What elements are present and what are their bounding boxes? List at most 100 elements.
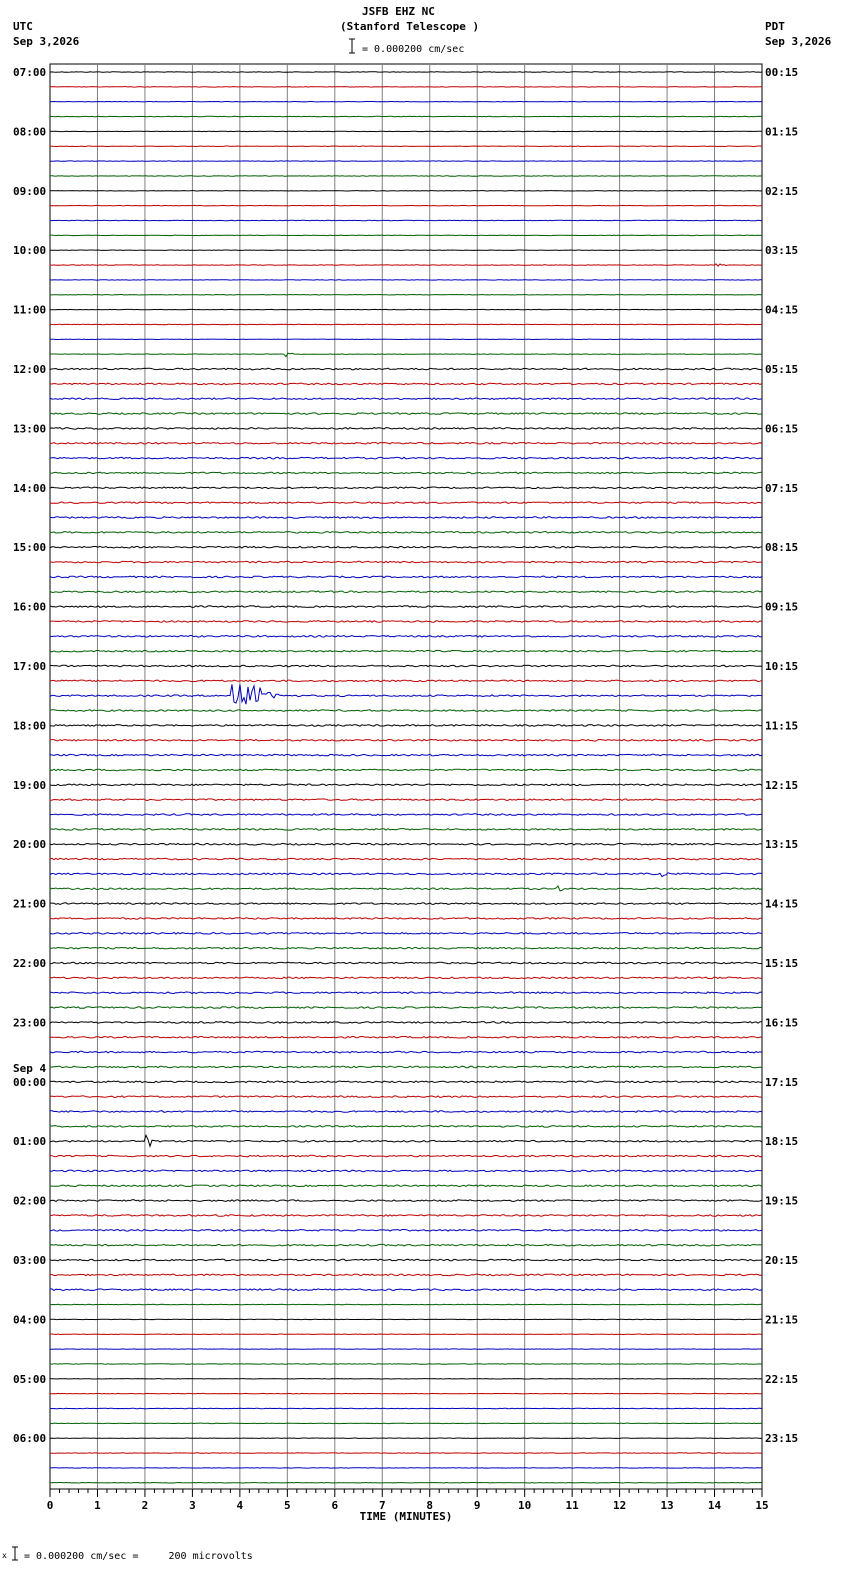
- trace-line: [49, 1154, 763, 1158]
- x-axis: 0 1 2 3 4 5 6 7 8 9 10 11 12 13 14 15TIME (MINUTES): [47, 1489, 769, 1523]
- trace-line: [49, 813, 762, 816]
- trace-line: [49, 1050, 763, 1054]
- trace-line: [49, 620, 763, 623]
- right-hour-label: 12:15: [765, 779, 798, 792]
- trace-line: [49, 115, 763, 118]
- left-hour-label: 20:00: [13, 838, 46, 851]
- trace-line: [49, 857, 763, 861]
- right-hour-label: 15:15: [765, 957, 798, 970]
- left-hour-label: 08:00: [13, 125, 46, 138]
- trace-line: [49, 842, 762, 846]
- trace-line: [49, 590, 763, 594]
- left-hour-label: 17:00: [13, 660, 46, 673]
- left-hour-label: 18:00: [13, 719, 46, 732]
- right-hour-label: 14:15: [765, 898, 798, 911]
- trace-line: [49, 798, 763, 801]
- trace-line: [49, 1452, 763, 1454]
- trace-line: [49, 1199, 763, 1203]
- trace-line: [49, 1065, 763, 1069]
- trace-line: [49, 917, 763, 920]
- trace-line: [49, 827, 763, 831]
- trace-line: [49, 263, 763, 267]
- trace-line: [49, 1125, 763, 1128]
- x-tick-label: 6: [331, 1499, 338, 1512]
- trace-line: [49, 1095, 763, 1098]
- right-hour-label: 21:15: [765, 1313, 798, 1326]
- footer-mark-icon: x: [2, 1551, 7, 1560]
- trace-line: [49, 382, 763, 386]
- right-hour-label: 02:15: [765, 185, 798, 198]
- left-hour-label: 19:00: [13, 779, 46, 792]
- trace-line: [49, 1258, 763, 1262]
- trace-line: [49, 397, 763, 401]
- x-tick-label: 2: [142, 1499, 149, 1512]
- left-hour-label: 07:00: [13, 66, 46, 79]
- trace-line: [49, 768, 763, 772]
- trace-line: [49, 1243, 763, 1247]
- trace-line: [49, 86, 763, 88]
- trace-line: [49, 352, 763, 358]
- trace-line: [49, 604, 763, 609]
- trace-line: [49, 649, 763, 653]
- left-hour-label: 23:00: [13, 1016, 46, 1029]
- trace-line: [49, 1020, 763, 1025]
- left-hour-label: 02:00: [13, 1195, 46, 1208]
- trace-line: [49, 1169, 763, 1173]
- trace-line: [49, 1035, 763, 1039]
- x-tick-label: 11: [566, 1499, 580, 1512]
- trace-line: [49, 1006, 763, 1009]
- left-hour-label: 04:00: [13, 1313, 46, 1326]
- left-hour-label: 10:00: [13, 244, 46, 257]
- x-tick-label: 12: [613, 1499, 626, 1512]
- trace-line: [49, 234, 763, 237]
- right-hour-label: 23:15: [765, 1432, 798, 1445]
- trace-line: [49, 724, 763, 727]
- trace-line: [49, 1363, 763, 1365]
- right-hour-label: 10:15: [765, 660, 798, 673]
- trace-line: [49, 471, 763, 475]
- right-hour-label: 09:15: [765, 601, 798, 614]
- x-tick-label: 9: [474, 1499, 481, 1512]
- left-hour-label: 03:00: [13, 1254, 46, 1267]
- trace-line: [49, 412, 763, 415]
- trace-line: [49, 1392, 762, 1395]
- left-hour-label: 00:00: [13, 1076, 46, 1089]
- trace-line: [49, 560, 763, 564]
- trace-line: [49, 902, 763, 906]
- trace-line: [49, 501, 763, 505]
- left-hour-label: 14:00: [13, 482, 46, 495]
- left-hour-label: 12:00: [13, 363, 46, 376]
- x-tick-label: 0: [47, 1499, 54, 1512]
- trace-group: [49, 71, 763, 1484]
- trace-line: [49, 931, 763, 935]
- trace-line: [49, 634, 763, 638]
- x-tick-label: 15: [755, 1499, 768, 1512]
- x-tick-label: 5: [284, 1499, 291, 1512]
- trace-line: [49, 1080, 762, 1084]
- right-hour-label: 04:15: [765, 304, 798, 317]
- date-change-label: Sep 4: [13, 1062, 46, 1075]
- trace-line: [49, 679, 763, 683]
- x-tick-label: 1: [94, 1499, 101, 1512]
- right-hour-label: 13:15: [765, 838, 798, 851]
- right-hour-label: 17:15: [765, 1076, 798, 1089]
- trace-line: [49, 684, 763, 705]
- x-tick-label: 14: [708, 1499, 722, 1512]
- right-hour-label: 00:15: [765, 66, 798, 79]
- x-tick-label: 3: [189, 1499, 196, 1512]
- right-hour-label: 16:15: [765, 1016, 798, 1029]
- trace-line: [49, 961, 763, 965]
- trace-line: [49, 1422, 763, 1425]
- trace-line: [49, 872, 763, 878]
- trace-line: [49, 1228, 763, 1232]
- trace-line: [49, 293, 763, 296]
- trace-line: [49, 1303, 763, 1306]
- trace-line: [49, 1214, 763, 1217]
- trace-line: [49, 486, 763, 490]
- x-tick-label: 10: [518, 1499, 531, 1512]
- trace-line: [49, 427, 763, 430]
- trace-line: [49, 204, 762, 207]
- trace-line: [49, 991, 763, 995]
- left-hour-label: 09:00: [13, 185, 46, 198]
- left-hour-label: 16:00: [13, 601, 46, 614]
